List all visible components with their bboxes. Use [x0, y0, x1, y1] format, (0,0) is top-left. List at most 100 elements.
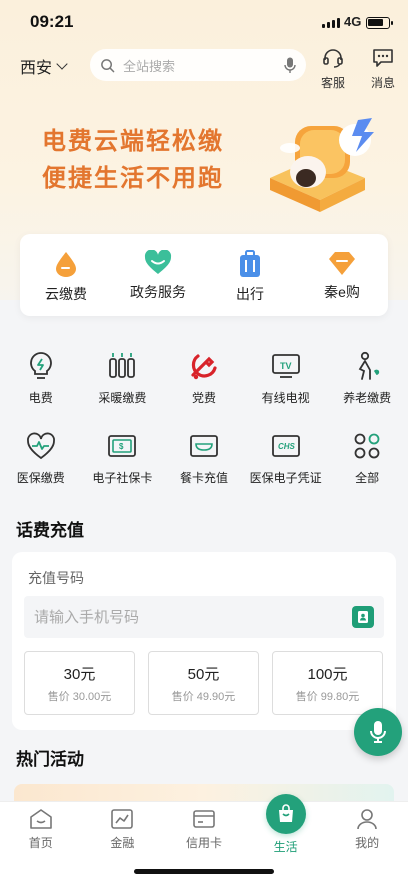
messages-label: 消息: [370, 76, 395, 90]
headset-icon: [323, 49, 343, 68]
service-label: 养老缴费: [343, 391, 392, 405]
meal-card-icon: [188, 430, 220, 462]
service-medical-voucher[interactable]: CHS 医保电子凭证: [245, 430, 327, 510]
svg-text:$: $: [119, 442, 124, 451]
tab-label: 我的: [355, 836, 380, 850]
service-medical-insurance[interactable]: 医保缴费: [0, 430, 82, 510]
quick-item-label: 云缴费: [45, 286, 87, 302]
service-label: 电费: [28, 391, 53, 405]
microphone-icon: [370, 721, 386, 743]
chs-card-icon: CHS: [270, 430, 302, 462]
service-electricity[interactable]: 电费: [0, 350, 82, 430]
amount-price: 售价 30.00元: [47, 690, 112, 703]
city-selector[interactable]: 西安: [20, 54, 68, 78]
radiator-icon: [106, 350, 138, 382]
bulb-icon: [25, 350, 57, 382]
luggage-icon: [240, 250, 260, 277]
service-pension[interactable]: 养老缴费: [326, 350, 408, 430]
drop-icon: [56, 252, 76, 277]
service-grid: 电费 采暖缴费 党费 TV 有线电视 养老缴费 医保缴费 $ 电子社保卡 餐卡充…: [0, 350, 408, 510]
tab-home[interactable]: 首页: [0, 802, 82, 883]
party-emblem-icon: [188, 350, 220, 382]
service-label: 医保电子凭证: [249, 471, 322, 485]
status-time: 09:21: [30, 12, 74, 31]
heart-icon: [144, 250, 172, 274]
service-label: 医保缴费: [16, 471, 65, 485]
service-cable-tv[interactable]: TV 有线电视: [245, 350, 327, 430]
user-icon: [357, 809, 377, 830]
banner-title-line1[interactable]: 电费云端轻松缴: [42, 121, 224, 156]
chart-icon: [111, 809, 134, 829]
diamond-icon: [329, 252, 355, 275]
amount-option[interactable]: 50元 售价 49.90元: [148, 651, 259, 715]
amount-value: 100元: [307, 665, 348, 683]
service-party-fee[interactable]: 党费: [163, 350, 245, 430]
message-icon: [373, 49, 393, 67]
customer-service-button[interactable]: 客服: [315, 48, 351, 91]
service-all[interactable]: 全部: [326, 430, 408, 510]
search-placeholder: 全站搜索: [123, 58, 176, 74]
service-label: 党费: [191, 391, 216, 405]
svg-text:TV: TV: [280, 361, 292, 371]
tab-label: 信用卡: [185, 836, 222, 850]
amount-price: 售价 49.90元: [171, 690, 236, 703]
signal-icon: [322, 18, 340, 28]
service-meal-card[interactable]: 餐卡充值: [163, 430, 245, 510]
quick-item-cloud-pay[interactable]: 云缴费: [20, 234, 112, 316]
service-label: 电子社保卡: [92, 471, 153, 485]
amount-value: 30元: [63, 665, 96, 683]
banner-title-line2[interactable]: 便捷生活不用跑: [42, 158, 224, 193]
recharge-section-title: 话费充值: [16, 521, 84, 540]
chevron-down-icon: [56, 58, 68, 70]
voice-assistant-button[interactable]: [354, 708, 402, 756]
recharge-card: 充值号码 30元 售价 30.00元 50元 售价 49.90元 100元 售价…: [12, 552, 396, 730]
quick-item-shop[interactable]: 秦e购: [296, 234, 388, 316]
all-icon: [351, 430, 383, 462]
quick-item-label: 出行: [236, 286, 264, 302]
shopping-bag-icon: [265, 794, 306, 834]
quick-access-card: 云缴费 政务服务 出行 秦e购: [20, 234, 388, 316]
service-label: 有线电视: [261, 391, 310, 405]
amount-value: 50元: [187, 665, 220, 683]
amount-options: 30元 售价 30.00元 50元 售价 49.90元 100元 售价 99.8…: [24, 651, 383, 715]
amount-option[interactable]: 30元 售价 30.00元: [24, 651, 135, 715]
service-label: 采暖缴费: [98, 391, 147, 405]
elderly-icon: [351, 350, 383, 382]
social-card-icon: $: [106, 430, 138, 462]
quick-item-label: 政务服务: [130, 284, 186, 300]
quick-item-travel[interactable]: 出行: [204, 234, 296, 316]
hot-section-title: 热门活动: [16, 750, 84, 769]
pulse-heart-icon: [25, 430, 57, 462]
tv-icon: TV: [270, 350, 302, 382]
search-icon: [101, 58, 115, 72]
phone-field-container: [24, 596, 384, 638]
tab-label: 金融: [110, 836, 135, 850]
svg-text:CHS: CHS: [278, 442, 296, 451]
credit-card-icon: [193, 810, 215, 828]
tab-label: 生活: [273, 840, 298, 854]
home-indicator: [134, 869, 274, 874]
recharge-field-label: 充值号码: [28, 570, 84, 586]
contacts-icon[interactable]: [352, 606, 374, 628]
search-bar[interactable]: 全站搜索: [90, 49, 306, 81]
quick-item-gov-service[interactable]: 政务服务: [112, 234, 204, 316]
battery-icon: [366, 17, 393, 29]
amount-price: 售价 99.80元: [295, 690, 360, 703]
status-bar: 09:21 4G: [0, 12, 408, 38]
city-label: 西安: [20, 60, 53, 77]
tab-label: 首页: [28, 836, 53, 850]
service-label: 全部: [355, 471, 380, 485]
service-label: 餐卡充值: [179, 471, 228, 485]
service-heating[interactable]: 采暖缴费: [82, 350, 164, 430]
service-social-card[interactable]: $ 电子社保卡: [82, 430, 164, 510]
tab-mine[interactable]: 我的: [326, 802, 408, 883]
customer-service-label: 客服: [320, 76, 345, 90]
network-label: 4G: [344, 14, 362, 29]
quick-item-label: 秦e购: [324, 284, 360, 300]
home-icon: [29, 809, 52, 829]
banner-illustration[interactable]: [250, 108, 380, 218]
amount-option[interactable]: 100元 售价 99.80元: [272, 651, 383, 715]
messages-button[interactable]: 消息: [365, 48, 401, 91]
microphone-icon[interactable]: [284, 57, 296, 74]
phone-number-input[interactable]: [24, 596, 324, 638]
